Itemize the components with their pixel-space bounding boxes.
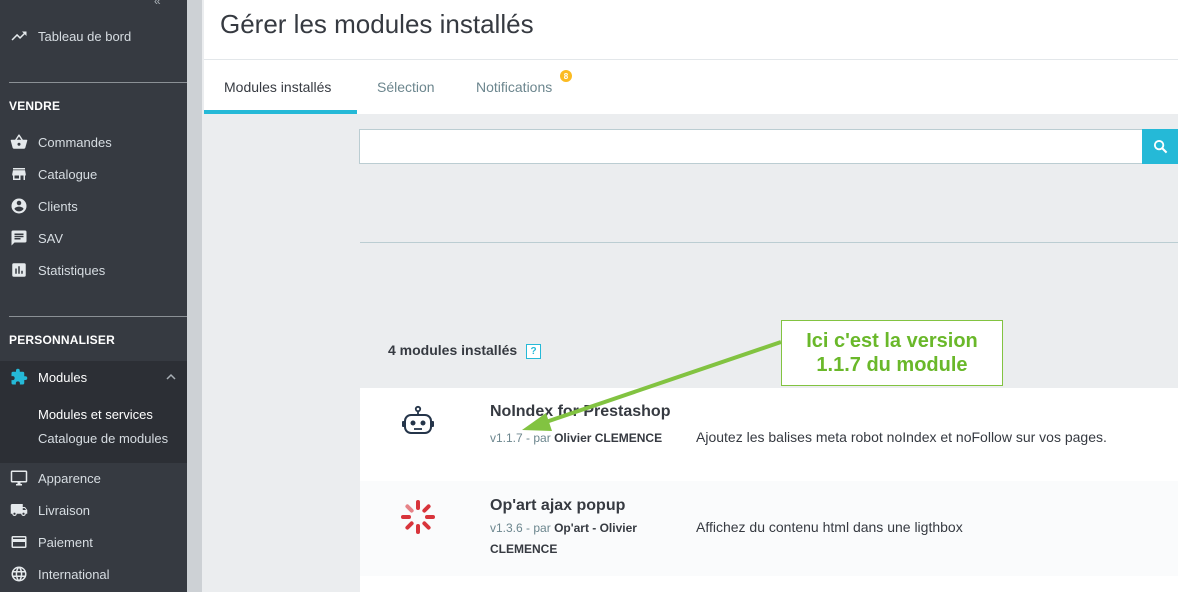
sidebar-item-label: Clients: [38, 198, 78, 214]
sidebar-item-label: Catalogue: [38, 166, 98, 182]
store-icon: [9, 164, 29, 184]
sidebar-item-label: Apparence: [38, 470, 101, 486]
sidebar-item-label: Commandes: [38, 134, 112, 150]
sidebar-item-label: International: [38, 566, 110, 582]
header-divider: [204, 59, 1178, 60]
tab-installed-modules[interactable]: Modules installés: [224, 60, 331, 114]
spinner-icon: [401, 500, 435, 534]
sidebar-item-support[interactable]: SAV: [0, 222, 187, 254]
sidebar-item-label: Paiement: [38, 534, 93, 550]
notifications-badge: 8: [560, 70, 572, 82]
sidebar-item-label: Tableau de bord: [38, 28, 132, 44]
sidebar-scrollbar[interactable]: [187, 0, 202, 592]
page-header: Gérer les modules installés Modules inst…: [204, 0, 1178, 114]
sidebar-item-catalog[interactable]: Catalogue: [0, 158, 187, 190]
chat-icon: [9, 228, 29, 248]
content-divider: [360, 242, 1178, 243]
sidebar-item-shipping[interactable]: Livraison: [0, 494, 187, 526]
sidebar-item-payment[interactable]: Paiement: [0, 526, 187, 558]
sidebar: « Tableau de bord VENDRE Commandes Catal…: [0, 0, 187, 592]
section-sell: VENDRE: [9, 99, 61, 113]
robot-icon: [402, 405, 434, 434]
search-icon: [1153, 139, 1167, 154]
module-meta: v1.1.7 - par Olivier CLEMENCE: [490, 428, 670, 449]
module-row[interactable]: NoIndex for Prestashop v1.1.7 - par Oliv…: [360, 388, 1178, 481]
module-meta: v1.3.6 - par Op'art - Olivier CLEMENCE: [490, 518, 670, 560]
sidebar-divider: [9, 82, 187, 83]
sidebar-item-dashboard[interactable]: Tableau de bord: [0, 20, 187, 52]
submenu-item-modules-services[interactable]: Modules et services: [38, 407, 153, 422]
annotation-line: 1.1.7 du module: [816, 354, 968, 376]
tab-selection[interactable]: Sélection: [377, 60, 435, 114]
help-icon[interactable]: ?: [526, 344, 541, 359]
sidebar-item-label: SAV: [38, 230, 64, 246]
sidebar-item-international[interactable]: International: [0, 558, 187, 590]
module-row[interactable]: [360, 576, 1178, 592]
module-author: Olivier CLEMENCE: [554, 431, 663, 445]
sidebar-item-appearance[interactable]: Apparence: [0, 462, 187, 494]
module-row[interactable]: Op'art ajax popup v1.3.6 - par Op'art - …: [360, 481, 1178, 576]
sidebar-item-label: Modules: [38, 369, 88, 385]
module-description: Affichez du contenu html dans une ligthb…: [696, 519, 963, 535]
truck-icon: [9, 500, 29, 520]
module-description: Ajoutez les balises meta robot noIndex e…: [696, 429, 1107, 445]
sidebar-item-label: Livraison: [38, 502, 91, 518]
chevron-up-icon[interactable]: [165, 371, 177, 383]
sidebar-divider: [9, 316, 187, 317]
submenu-item-module-catalog[interactable]: Catalogue de modules: [38, 431, 168, 446]
search-input[interactable]: [359, 129, 1143, 164]
annotation-line: Ici c'est la version: [806, 330, 978, 352]
modules-submenu: [0, 393, 187, 463]
credit-card-icon: [9, 532, 29, 552]
sidebar-item-modules[interactable]: Modules: [0, 361, 187, 393]
account-circle-icon: [9, 196, 29, 216]
module-by: - par: [526, 431, 551, 445]
annotation-callout: Ici c'est la version 1.1.7 du module: [781, 320, 1003, 386]
trending-up-icon: [9, 26, 29, 46]
module-name[interactable]: NoIndex for Prestashop: [490, 403, 670, 421]
section-customize: PERSONNALISER: [9, 333, 115, 347]
sidebar-item-customers[interactable]: Clients: [0, 190, 187, 222]
puzzle-icon: [9, 367, 29, 387]
chart-icon: [9, 260, 29, 280]
search-button[interactable]: [1142, 129, 1178, 164]
active-tab-indicator: [204, 110, 357, 114]
module-version: v1.3.6: [490, 521, 523, 535]
module-name[interactable]: Op'art ajax popup: [490, 497, 625, 515]
installed-count: 4 modules installés: [388, 342, 518, 358]
sidebar-item-label: Statistiques: [38, 262, 106, 278]
tab-notifications[interactable]: Notifications: [476, 60, 552, 114]
sidebar-item-orders[interactable]: Commandes: [0, 126, 187, 158]
module-version: v1.1.7: [490, 431, 523, 445]
sidebar-item-stats[interactable]: Statistiques: [0, 254, 187, 286]
globe-icon: [9, 564, 29, 584]
page-title: Gérer les modules installés: [220, 9, 534, 39]
collapse-icon[interactable]: «: [154, 0, 161, 8]
module-by: - par: [526, 521, 551, 535]
basket-icon: [9, 132, 29, 152]
monitor-icon: [9, 468, 29, 488]
